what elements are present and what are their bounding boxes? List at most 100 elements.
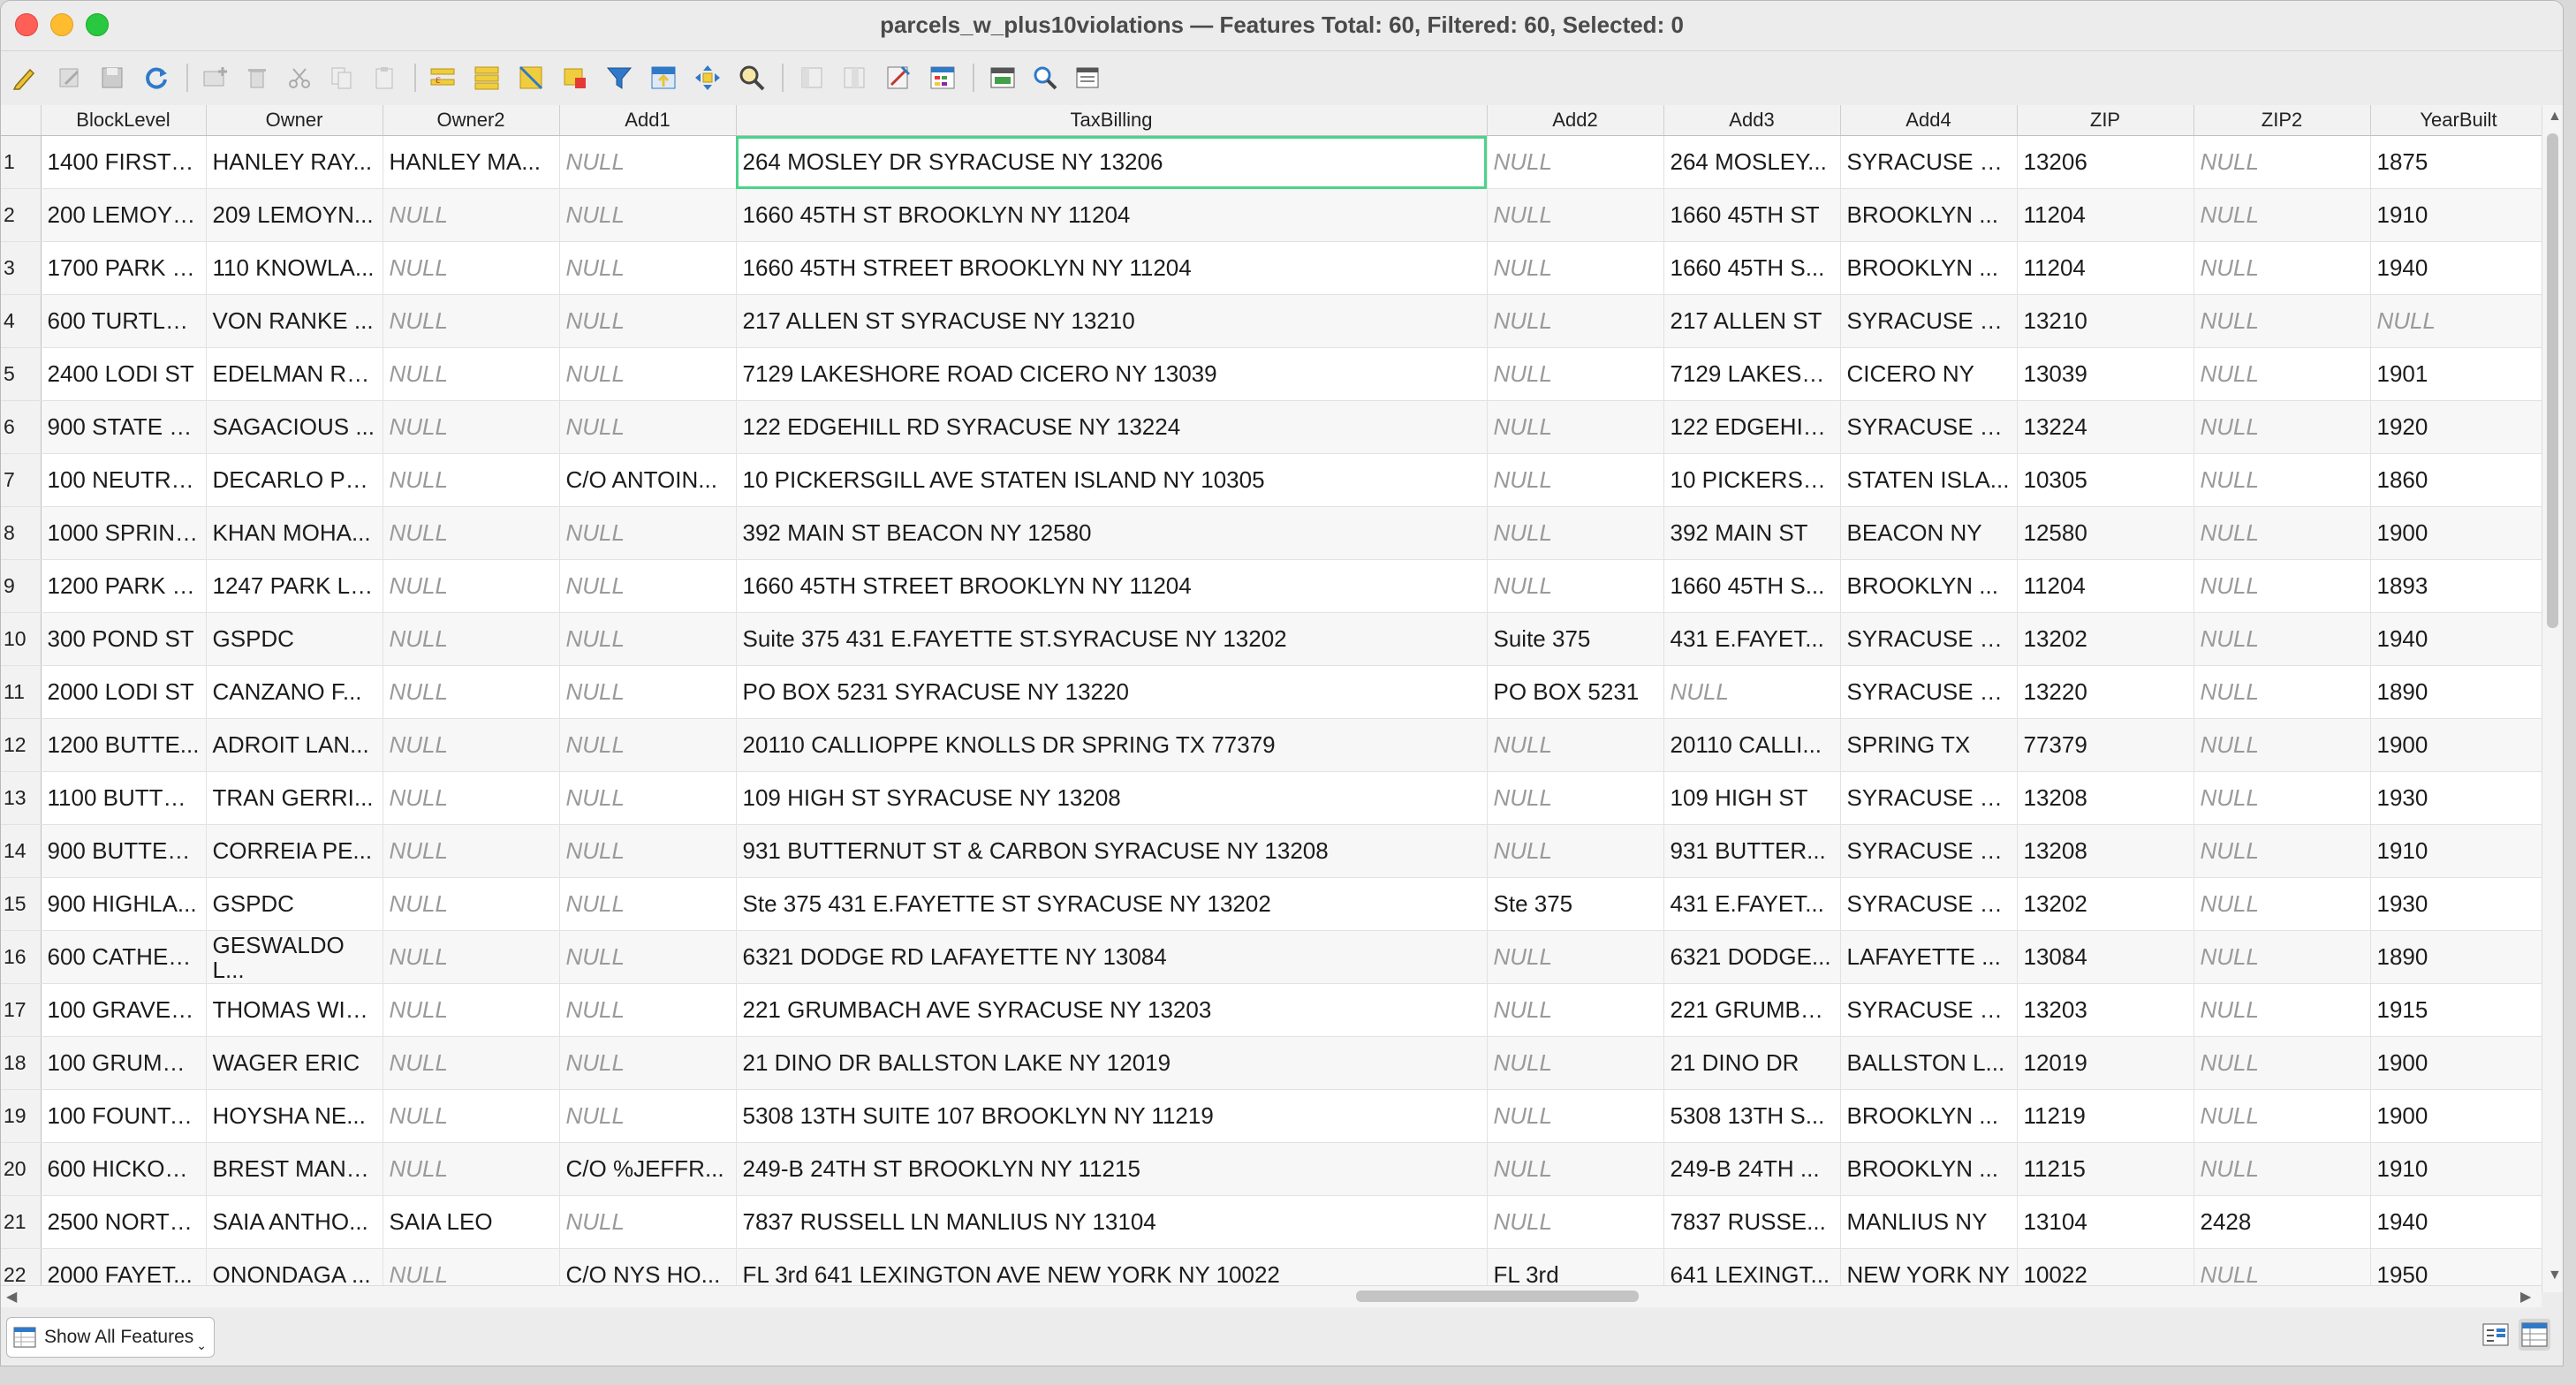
- table-row[interactable]: 17 100 GRAVES ... THOMAS WIL... NULL NULL 221…: [1, 983, 2542, 1037]
- table-cell[interactable]: NULL: [2193, 1142, 2371, 1196]
- horizontal-scroll-thumb[interactable]: [1356, 1290, 1639, 1302]
- table-cell[interactable]: 20110 CALLI...: [1663, 718, 1841, 772]
- table-cell[interactable]: NULL: [1487, 188, 1664, 242]
- table-row[interactable]: 21 2500 NORTH... SAIA ANTHO... SAIA LEO NULL…: [1, 1195, 2542, 1249]
- table-cell[interactable]: 122 EDGEHIL...: [1663, 400, 1841, 454]
- vertical-scroll-thumb[interactable]: [2547, 133, 2558, 628]
- table-cell[interactable]: SYRACUSE NY: [1840, 612, 2018, 666]
- table-cell[interactable]: NULL: [383, 347, 560, 401]
- table-row[interactable]: 5 2400 LODI ST EDELMAN RE... NULL NULL 7129 L…: [1, 347, 2542, 401]
- table-cell[interactable]: HANLEY RAY...: [206, 135, 383, 189]
- table-row[interactable]: 6 900 STATE S... SAGACIOUS ... NULL NULL 122 …: [1, 400, 2542, 454]
- row-number[interactable]: 8: [1, 506, 42, 560]
- table-cell[interactable]: DECARLO PR...: [206, 453, 383, 507]
- row-number[interactable]: 3: [1, 241, 42, 295]
- table-cell[interactable]: NULL: [2193, 347, 2371, 401]
- table-cell[interactable]: SYRACUSE NY: [1840, 824, 2018, 878]
- table-cell[interactable]: NULL: [1487, 453, 1664, 507]
- row-number[interactable]: 7: [1, 453, 42, 507]
- row-number[interactable]: 4: [1, 294, 42, 348]
- show-all-features-dropdown[interactable]: Show All Features ⌄: [6, 1317, 215, 1358]
- table-cell[interactable]: NULL: [2193, 665, 2371, 719]
- table-cell[interactable]: NULL: [1487, 241, 1664, 295]
- table-cell[interactable]: NULL: [2193, 771, 2371, 825]
- table-cell[interactable]: C/O %JEFFR...: [559, 1142, 737, 1196]
- table-cell[interactable]: 300 POND ST: [41, 612, 207, 666]
- table-cell[interactable]: NULL: [559, 559, 737, 613]
- table-cell[interactable]: NULL: [383, 824, 560, 878]
- table-cell[interactable]: 264 MOSLEY...: [1663, 135, 1841, 189]
- table-cell[interactable]: NULL: [383, 400, 560, 454]
- table-cell[interactable]: 392 MAIN ST BEACON NY 12580: [736, 506, 1488, 560]
- table-cell[interactable]: NULL: [1487, 930, 1664, 984]
- table-row[interactable]: 10 300 POND ST GSPDC NULL NULL Suite 375 431 …: [1, 612, 2542, 666]
- table-cell[interactable]: 10 PICKERSGILL AVE STATEN ISLAND NY 1030…: [736, 453, 1488, 507]
- table-cell[interactable]: 1900: [2370, 506, 2542, 560]
- table-cell[interactable]: 1900: [2370, 718, 2542, 772]
- table-row[interactable]: 20 600 HICKOR... BREST MANA... NULL C/O %JEF…: [1, 1142, 2542, 1196]
- table-cell[interactable]: SYRACUSE NY: [1840, 294, 2018, 348]
- table-cell[interactable]: GSPDC: [206, 877, 383, 931]
- table-cell[interactable]: 1915: [2370, 983, 2542, 1037]
- table-cell[interactable]: NULL: [2193, 718, 2371, 772]
- table-cell[interactable]: NULL: [559, 188, 737, 242]
- table-cell[interactable]: 13208: [2017, 824, 2194, 878]
- table-cell[interactable]: SYRACUSE NY: [1840, 877, 2018, 931]
- table-cell[interactable]: 11204: [2017, 188, 2194, 242]
- copy-button[interactable]: [324, 60, 360, 95]
- scroll-up-arrow-icon[interactable]: ▲: [2548, 109, 2562, 125]
- table-cell[interactable]: NULL: [559, 665, 737, 719]
- table-cell[interactable]: NULL: [2193, 453, 2371, 507]
- row-number[interactable]: 14: [1, 824, 42, 878]
- table-cell[interactable]: NULL: [383, 983, 560, 1037]
- delete-field-button[interactable]: [837, 60, 872, 95]
- table-cell[interactable]: 100 NEUTRA...: [41, 453, 207, 507]
- table-cell[interactable]: CORREIA PE...: [206, 824, 383, 878]
- table-cell[interactable]: NULL: [2193, 824, 2371, 878]
- table-cell[interactable]: BROOKLYN ...: [1840, 1089, 2018, 1143]
- table-cell[interactable]: NULL: [1487, 135, 1664, 189]
- table-cell[interactable]: 431 E.FAYET...: [1663, 612, 1841, 666]
- table-cell[interactable]: 5308 13TH SUITE 107 BROOKLYN NY 11219: [736, 1089, 1488, 1143]
- table-cell[interactable]: 13224: [2017, 400, 2194, 454]
- table-cell[interactable]: 109 HIGH ST: [1663, 771, 1841, 825]
- table-cell[interactable]: 600 CATHERI...: [41, 930, 207, 984]
- table-cell[interactable]: NULL: [2193, 983, 2371, 1037]
- table-cell[interactable]: 931 BUTTER...: [1663, 824, 1841, 878]
- add-feature-button[interactable]: [197, 60, 232, 95]
- table-cell[interactable]: NULL: [383, 877, 560, 931]
- table-cell[interactable]: 1940: [2370, 241, 2542, 295]
- table-row[interactable]: 15 900 HIGHLA... GSPDC NULL NULL Ste 375 431 …: [1, 877, 2542, 931]
- table-cell[interactable]: 12580: [2017, 506, 2194, 560]
- table-cell[interactable]: Suite 375 431 E.FAYETTE ST.SYRACUSE NY 1…: [736, 612, 1488, 666]
- row-number[interactable]: 16: [1, 930, 42, 984]
- table-cell[interactable]: 11204: [2017, 241, 2194, 295]
- table-cell[interactable]: 431 E.FAYET...: [1663, 877, 1841, 931]
- table-row[interactable]: 12 1200 BUTTE... ADROIT LAN... NULL NULL 2011…: [1, 718, 2542, 772]
- scroll-left-arrow-icon[interactable]: ◀: [6, 1288, 17, 1306]
- table-cell[interactable]: 7837 RUSSELL LN MANLIUS NY 13104: [736, 1195, 1488, 1249]
- column-header-zip[interactable]: ZIP: [2017, 105, 2194, 136]
- table-cell[interactable]: 109 HIGH ST SYRACUSE NY 13208: [736, 771, 1488, 825]
- table-cell[interactable]: WAGER ERIC: [206, 1036, 383, 1090]
- table-cell[interactable]: C/O ANTOIN...: [559, 453, 737, 507]
- table-cell[interactable]: 21 DINO DR: [1663, 1036, 1841, 1090]
- table-cell[interactable]: HANLEY MA...: [383, 135, 560, 189]
- table-cell[interactable]: SYRACUSE NY: [1840, 135, 2018, 189]
- row-number[interactable]: 15: [1, 877, 42, 931]
- column-header-add2[interactable]: Add2: [1487, 105, 1664, 136]
- pan-to-selected-button[interactable]: [690, 60, 725, 95]
- table-cell[interactable]: 1660 45TH S...: [1663, 241, 1841, 295]
- table-cell[interactable]: 249-B 24TH ...: [1663, 1142, 1841, 1196]
- table-cell[interactable]: 1660 45TH ST: [1663, 188, 1841, 242]
- table-cell[interactable]: 221 GRUMBACH AVE SYRACUSE NY 13203: [736, 983, 1488, 1037]
- table-cell[interactable]: 13203: [2017, 983, 2194, 1037]
- table-cell[interactable]: NULL: [383, 241, 560, 295]
- table-cell[interactable]: NULL: [559, 241, 737, 295]
- table-cell[interactable]: NULL: [559, 983, 737, 1037]
- table-cell[interactable]: NULL: [1487, 506, 1664, 560]
- table-cell[interactable]: 1910: [2370, 1142, 2542, 1196]
- table-cell[interactable]: NULL: [1487, 1142, 1664, 1196]
- table-row[interactable]: 13 1100 BUTTER... TRAN GERRI... NULL NULL 109…: [1, 771, 2542, 825]
- table-cell[interactable]: NULL: [383, 771, 560, 825]
